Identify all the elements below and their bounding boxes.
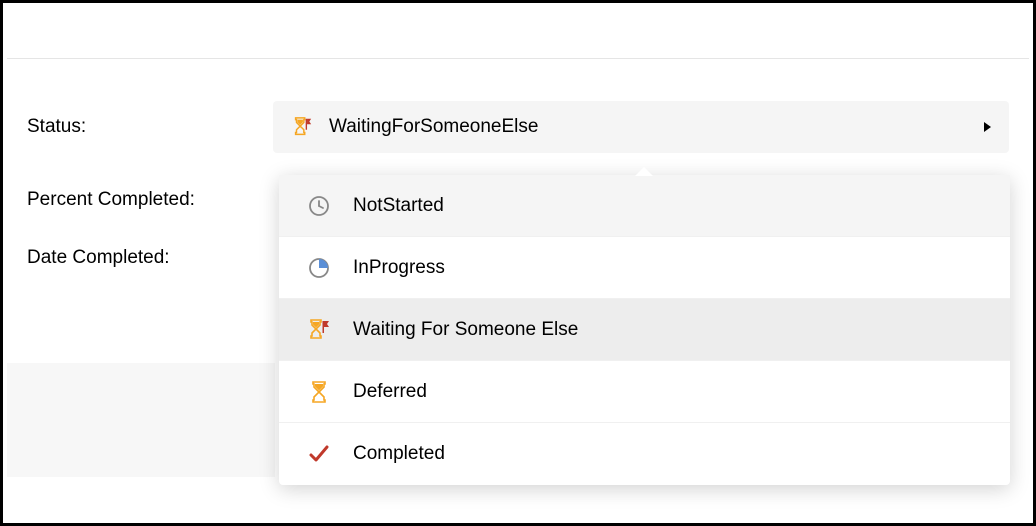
highlighted-band [7,363,275,477]
status-option-completed[interactable]: Completed [279,423,1010,485]
chevron-right-icon [984,122,991,132]
status-option-label: NotStarted [353,195,444,217]
hourglass-flag-icon [291,116,313,138]
clock-progress-icon [307,256,331,280]
status-row: Status: WaitingForSomeoneElse [27,101,1009,153]
status-option-notstarted[interactable]: NotStarted [279,175,1010,237]
status-dropdown-menu: NotStarted InProgress Waiting For Someon… [279,175,1010,485]
status-option-waiting[interactable]: Waiting For Someone Else [279,299,1010,361]
status-option-label: Deferred [353,381,427,403]
status-option-label: Completed [353,443,445,465]
percent-completed-label: Percent Completed: [27,189,273,211]
status-label: Status: [27,116,273,138]
top-divider [7,58,1029,59]
status-option-label: Waiting For Someone Else [353,319,578,341]
status-option-label: InProgress [353,257,445,279]
status-dropdown[interactable]: WaitingForSomeoneElse [273,101,1009,153]
hourglass-icon [307,380,331,404]
hourglass-flag-icon [307,318,331,342]
status-option-deferred[interactable]: Deferred [279,361,1010,423]
date-completed-label: Date Completed: [27,247,273,269]
status-option-inprogress[interactable]: InProgress [279,237,1010,299]
clock-icon [307,194,331,218]
checkmark-icon [307,442,331,466]
status-value: WaitingForSomeoneElse [329,116,984,138]
